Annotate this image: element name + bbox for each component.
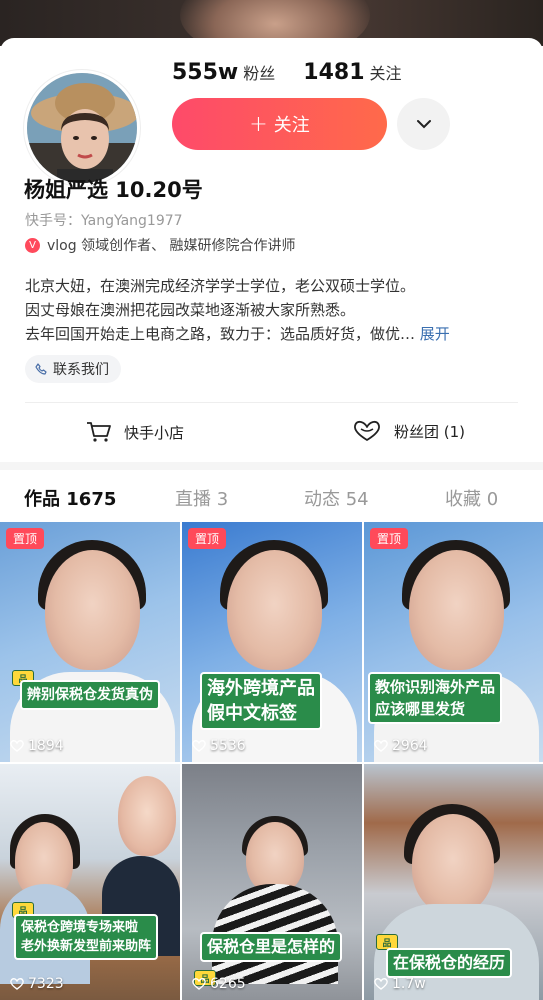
video-caption: 保税仓里是怎样的 [200, 932, 343, 962]
thumbnail-face [227, 550, 322, 670]
more-options-button[interactable] [397, 98, 450, 150]
kuaishou-id[interactable]: 快手号：YangYang1977 [25, 210, 183, 230]
video-tile[interactable]: 置顶 海外跨境产品 假中文标签 5536 [182, 522, 362, 762]
heart-icon [374, 978, 388, 990]
fans-count: 555w [172, 60, 239, 85]
thumbnail-face-second [118, 776, 176, 856]
pinned-badge: 置顶 [370, 528, 409, 549]
follow-button-label: 关注 [273, 115, 310, 136]
fan-group-label: 粉丝团 (1) [394, 422, 466, 441]
like-count-value: 5536 [210, 738, 246, 754]
like-count: 7323 [10, 976, 64, 992]
heart-icon [10, 978, 24, 990]
like-count-value: 1.7w [392, 976, 426, 992]
cart-icon [87, 422, 111, 442]
video-caption: 辨别保税仓发货真伪 [20, 680, 160, 710]
caption-line: 假中文标签 [207, 703, 297, 724]
heart-icon [192, 978, 206, 990]
profile-stats: 555w 粉丝 1481 关注 [172, 60, 402, 85]
section-separator [0, 462, 543, 470]
fans-label: 粉丝 [243, 64, 276, 83]
fan-group-entry[interactable]: 粉丝团 (1) [352, 420, 465, 442]
video-tile[interactable]: 品 保税仓里是怎样的 6265 [182, 764, 362, 1000]
heart-icon [10, 740, 24, 752]
profile-name: 杨姐严选 10.20号 [24, 178, 203, 202]
profile-header: 555w 粉丝 1481 关注 + 关注 杨姐严选 10.20号 快手号：YangY… [0, 38, 543, 462]
like-count-value: 7323 [28, 976, 64, 992]
shop-entry[interactable]: 快手小店 [86, 420, 184, 444]
following-label: 关注 [369, 64, 402, 83]
following-count: 1481 [303, 60, 365, 85]
caption-line: 保税仓跨境专场来啦 [21, 920, 139, 935]
like-count-value: 1894 [28, 738, 64, 754]
plus-icon: + [249, 111, 268, 137]
fans-stat[interactable]: 555w 粉丝 [172, 60, 275, 85]
shop-label: 快手小店 [124, 423, 185, 442]
video-caption: 保税仓跨境专场来啦 老外换新发型前来助阵 [14, 914, 159, 960]
like-count: 6265 [192, 976, 246, 992]
contact-us-button[interactable]: 联系我们 [25, 355, 121, 383]
divider [25, 402, 518, 403]
content-tabs: 作品 1675 直播 3 动态 54 收藏 0 [0, 470, 543, 522]
caption-line: 教你识别海外产品 [375, 678, 496, 696]
thumbnail-face [409, 550, 504, 670]
verified-icon: V [25, 237, 40, 253]
video-tile[interactable]: 置顶 品 辨别保税仓发货真伪 1894 [0, 522, 180, 762]
tab-moments[interactable]: 动态 54 [304, 485, 369, 511]
heart-icon [192, 740, 206, 752]
chevron-down-icon [416, 120, 431, 129]
video-grid: 置顶 品 辨别保税仓发货真伪 1894 置顶 海外跨境产品 假中文标签 5536… [0, 522, 543, 1000]
follow-button[interactable]: + 关注 [172, 98, 387, 150]
bio-line: 北京大妞，在澳洲完成经济学学士学位，老公双硕士学位。 [25, 277, 416, 295]
thumbnail-face [45, 550, 140, 670]
video-tile[interactable]: 置顶 教你识别海外产品 应该哪里发货 2964 [364, 522, 543, 762]
heart-icon [374, 740, 388, 752]
creator-badge[interactable]: V vlog 领域创作者、 融媒研修院合作讲师 [25, 235, 296, 255]
like-count: 2964 [374, 738, 428, 754]
pinned-badge: 置顶 [6, 528, 45, 549]
video-caption: 海外跨境产品 假中文标签 [200, 672, 322, 730]
video-tile[interactable]: 品 在保税仓的经历 1.7w [364, 764, 543, 1000]
bio-line: 去年回国开始走上电商之路，致力于：选品质好货，做优… 展开 [25, 322, 520, 346]
caption-line: 应该哪里发货 [375, 700, 466, 718]
thumbnail-face [412, 814, 494, 914]
tab-favorites[interactable]: 收藏 0 [445, 485, 498, 511]
caption-line: 老外换新发型前来助阵 [21, 939, 152, 954]
bio-expand-link[interactable]: 展开 [420, 325, 450, 343]
bio-line: 因丈母娘在澳洲把花园改菜地逐渐被大家所熟悉。 [25, 301, 356, 319]
tab-works[interactable]: 作品 1675 [24, 485, 116, 511]
profile-bio: 北京大妞，在澳洲完成经济学学士学位，老公双硕士学位。 因丈母娘在澳洲把花园改菜地… [25, 274, 520, 346]
like-count-value: 6265 [210, 976, 246, 992]
creator-badge-text: vlog 领域创作者、 融媒研修院合作讲师 [47, 238, 296, 254]
video-tile[interactable]: 品 保税仓跨境专场来啦 老外换新发型前来助阵 7323 [0, 764, 180, 1000]
like-count: 5536 [192, 738, 246, 754]
like-count-value: 2964 [392, 738, 428, 754]
like-count: 1894 [10, 738, 64, 754]
caption-line: 海外跨境产品 [207, 678, 315, 699]
video-caption: 教你识别海外产品 应该哪里发货 [368, 672, 503, 724]
avatar[interactable] [24, 70, 140, 186]
bio-line-text: 去年回国开始走上电商之路，致力于：选品质好货，做优… [25, 325, 416, 343]
heart-group-icon [354, 420, 380, 441]
pinned-badge: 置顶 [188, 528, 227, 549]
avatar-portrait [27, 73, 137, 183]
video-caption: 在保税仓的经历 [386, 948, 513, 978]
like-count: 1.7w [374, 976, 426, 992]
tab-live[interactable]: 直播 3 [175, 485, 228, 511]
following-stat[interactable]: 1481 关注 [303, 60, 401, 85]
contact-us-label: 联系我们 [53, 362, 109, 378]
phone-icon [35, 363, 47, 375]
